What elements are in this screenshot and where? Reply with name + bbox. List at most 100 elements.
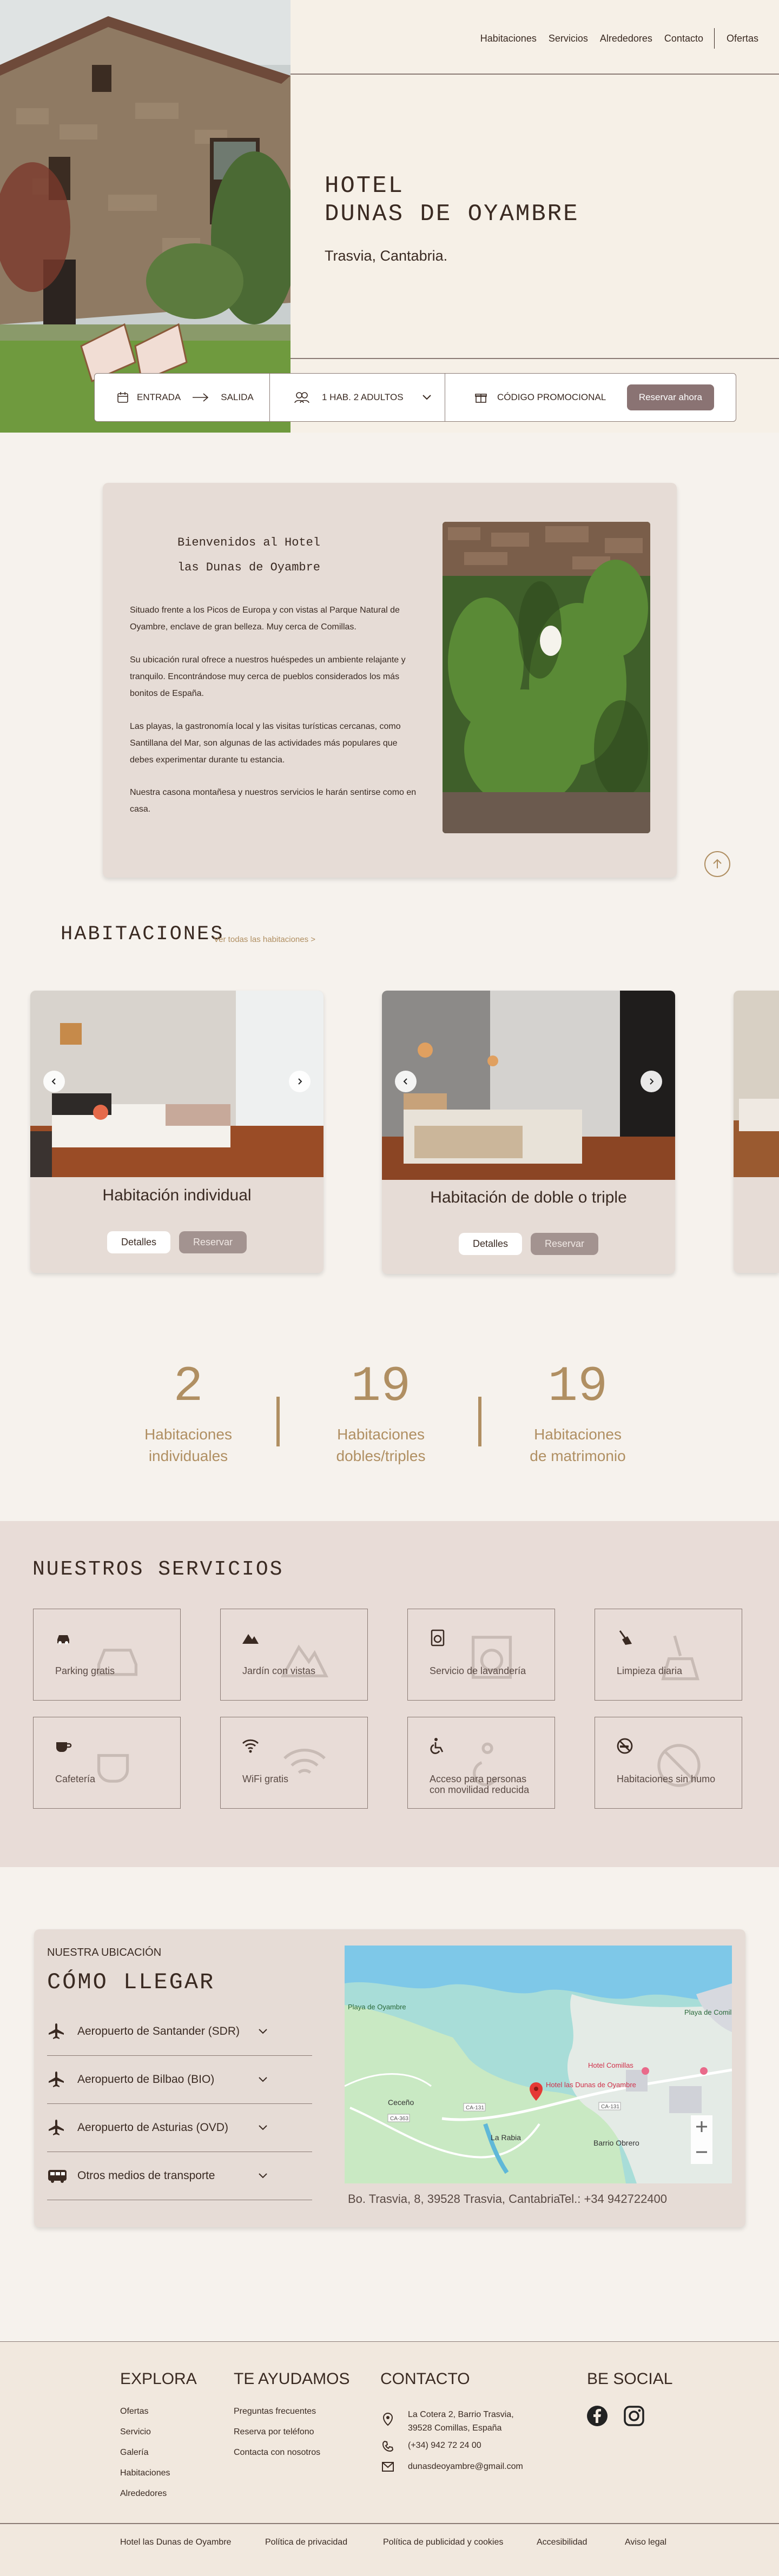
reserve-now-button[interactable]: Reservar ahora xyxy=(626,384,714,410)
see-all-rooms-link[interactable]: Ver todas las habitaciones > xyxy=(214,935,315,944)
stat-label: Habitaciones dobles/triples xyxy=(336,1426,426,1464)
footer-link[interactable]: Preguntas frecuentes xyxy=(234,2401,320,2422)
instagram-icon[interactable] xyxy=(623,2405,645,2427)
nav-link-contacto[interactable]: Contacto xyxy=(664,33,703,44)
carousel-next-button[interactable] xyxy=(289,1071,311,1092)
footer-explore-links: Ofertas Servicio Galería Habitaciones Al… xyxy=(120,2401,170,2504)
directions-label: Aeropuerto de Asturias (OVD) xyxy=(77,2121,228,2134)
header-divider xyxy=(291,74,779,75)
accessibility-link[interactable]: Accesibilidad xyxy=(537,2538,587,2547)
chevron-down-icon xyxy=(259,2125,267,2130)
service-card: Limpieza diaria xyxy=(595,1609,742,1701)
wheelchair-icon xyxy=(430,1738,444,1754)
footer-divider xyxy=(0,2523,779,2524)
road-label: CA-131 xyxy=(466,2105,484,2111)
location-pin-icon xyxy=(382,2412,393,2426)
service-card: Cafetería xyxy=(33,1717,181,1809)
directions-item-bilbao[interactable]: Aeropuerto de Bilbao (BIO) xyxy=(47,2056,312,2104)
room-details-button[interactable]: Detalles xyxy=(458,1233,522,1255)
nav-link-ofertas[interactable]: Ofertas xyxy=(727,33,758,44)
stat-number: 19 xyxy=(351,1358,411,1415)
legal-notice-link[interactable]: Aviso legal xyxy=(625,2538,666,2547)
services-title: NUESTROS SERVICIOS xyxy=(32,1558,284,1581)
washing-machine-icon xyxy=(431,1629,445,1646)
carousel-prev-button[interactable] xyxy=(395,1071,417,1092)
service-card: Acceso para personas con movilidad reduc… xyxy=(407,1717,555,1809)
service-card: Servicio de lavandería xyxy=(407,1609,555,1701)
stat-item: 19 Habitaciones de matrimonio xyxy=(497,1360,659,1467)
checkin-label: ENTRADA xyxy=(137,392,181,402)
welcome-photo xyxy=(443,522,650,833)
directions-label: Otros medios de transporte xyxy=(77,2169,215,2182)
arrow-right-icon xyxy=(193,393,209,402)
privacy-policy-link[interactable]: Política de privacidad xyxy=(265,2538,347,2547)
welcome-paragraph: Situado frente a los Picos de Europa y c… xyxy=(130,606,400,632)
room-card: Habitación individual Detalles Reservar xyxy=(30,991,324,1273)
footer-link[interactable]: Reserva por teléfono xyxy=(234,2422,320,2442)
carousel-prev-button[interactable] xyxy=(43,1071,65,1092)
mountain-icon xyxy=(242,1634,259,1644)
facebook-icon[interactable] xyxy=(586,2405,608,2427)
guests-label: 1 HAB. 2 ADULTOS xyxy=(322,392,404,402)
welcome-paragraph: Su ubicación rural ofrece a nuestros hué… xyxy=(130,655,406,698)
map-label: La Rabia xyxy=(491,2133,521,2142)
footer-email[interactable]: dunasdeoyambre@gmail.com xyxy=(408,2462,523,2472)
room-name: Habitación de doble o triple xyxy=(430,1189,627,1206)
arrow-up-icon xyxy=(713,859,722,868)
directions-label: Aeropuerto de Santander (SDR) xyxy=(77,2025,240,2037)
nav-link-servicios[interactable]: Servicios xyxy=(549,33,588,44)
room-reserve-button[interactable]: Reservar xyxy=(531,1233,599,1255)
service-card: Habitaciones sin humo xyxy=(595,1717,742,1809)
directions-item-other[interactable]: Otros medios de transporte xyxy=(47,2152,312,2200)
map-label: Barrio Obrero xyxy=(593,2139,639,2147)
service-label: Cafetería xyxy=(55,1774,96,1784)
footer-link[interactable]: Ofertas xyxy=(120,2401,170,2422)
room-details-button[interactable]: Detalles xyxy=(107,1231,170,1253)
checkout-label: SALIDA xyxy=(221,392,254,402)
footer-bottom-brand: Hotel las Dunas de Oyambre xyxy=(120,2538,232,2547)
room-reserve-button[interactable]: Reservar xyxy=(179,1231,247,1253)
cookies-policy-link[interactable]: Política de publicidad y cookies xyxy=(383,2538,503,2547)
nav-link-habitaciones[interactable]: Habitaciones xyxy=(480,33,537,44)
footer-heading: TE AYUDAMOS xyxy=(234,2370,350,2388)
road-label: CA-131 xyxy=(601,2104,619,2110)
room-photo xyxy=(30,991,324,1177)
directions-item-asturias[interactable]: Aeropuerto de Asturias (OVD) xyxy=(47,2104,312,2152)
site-footer: EXPLORA Ofertas Servicio Galería Habitac… xyxy=(0,2341,779,2576)
footer-heading: BE SOCIAL xyxy=(587,2370,673,2388)
footer-link[interactable]: Alrededores xyxy=(120,2484,170,2504)
calendar-icon xyxy=(117,392,128,403)
footer-address: La Cotera 2, Barrio Trasvia, 39528 Comil… xyxy=(408,2410,514,2433)
carousel-next-button[interactable] xyxy=(641,1071,662,1092)
nav-link-alrededores[interactable]: Alrededores xyxy=(600,33,652,44)
footer-link[interactable]: Contacta con nosotros xyxy=(234,2442,320,2463)
chevron-right-icon xyxy=(650,1078,654,1085)
map-label: Hotel Comillas xyxy=(588,2061,633,2069)
footer-link[interactable]: Servicio xyxy=(120,2422,170,2442)
hotel-title-line2: DUNAS DE OYAMBRE xyxy=(325,201,579,228)
map-label: Playa de Oyambre xyxy=(348,2003,406,2011)
location-phone[interactable]: Tel.: +34 942722400 xyxy=(559,2192,667,2206)
coffee-icon xyxy=(56,1742,72,1752)
hotel-subtitle: Trasvia, Cantabria. xyxy=(325,248,448,264)
footer-heading: EXPLORA xyxy=(120,2370,197,2388)
stat-number: 2 xyxy=(173,1358,203,1415)
welcome-paragraph: Nuestra casona montañesa y nuestros serv… xyxy=(130,788,417,814)
guests-selector[interactable]: 1 HAB. 2 ADULTOS xyxy=(270,374,445,421)
room-photo xyxy=(734,991,779,1177)
welcome-title-line2: las Dunas de Oyambre xyxy=(177,561,321,574)
promo-code-field[interactable]: CÓDIGO PROMOCIONAL xyxy=(497,392,627,403)
footer-phone[interactable]: (+34) 942 72 24 00 xyxy=(408,2441,481,2451)
room-card-partial xyxy=(734,991,779,1273)
chevron-down-icon xyxy=(259,2173,267,2179)
main-nav: Habitaciones Servicios Alrededores Conta… xyxy=(468,28,758,49)
directions-item-santander[interactable]: Aeropuerto de Santander (SDR) xyxy=(47,2008,312,2056)
welcome-card: Bienvenidos al Hotel las Dunas de Oyambr… xyxy=(103,483,677,878)
scroll-to-top-button[interactable] xyxy=(704,851,730,877)
location-map[interactable]: Playa de Oyambre Playa de Comillas Hotel… xyxy=(345,1946,732,2183)
promo-section: CÓDIGO PROMOCIONAL Reservar ahora xyxy=(445,374,736,421)
stat-item: 2 Habitaciones individuales xyxy=(107,1360,269,1467)
dates-selector[interactable]: ENTRADA SALIDA xyxy=(95,374,270,421)
footer-link[interactable]: Galería xyxy=(120,2442,170,2463)
footer-link[interactable]: Habitaciones xyxy=(120,2463,170,2484)
